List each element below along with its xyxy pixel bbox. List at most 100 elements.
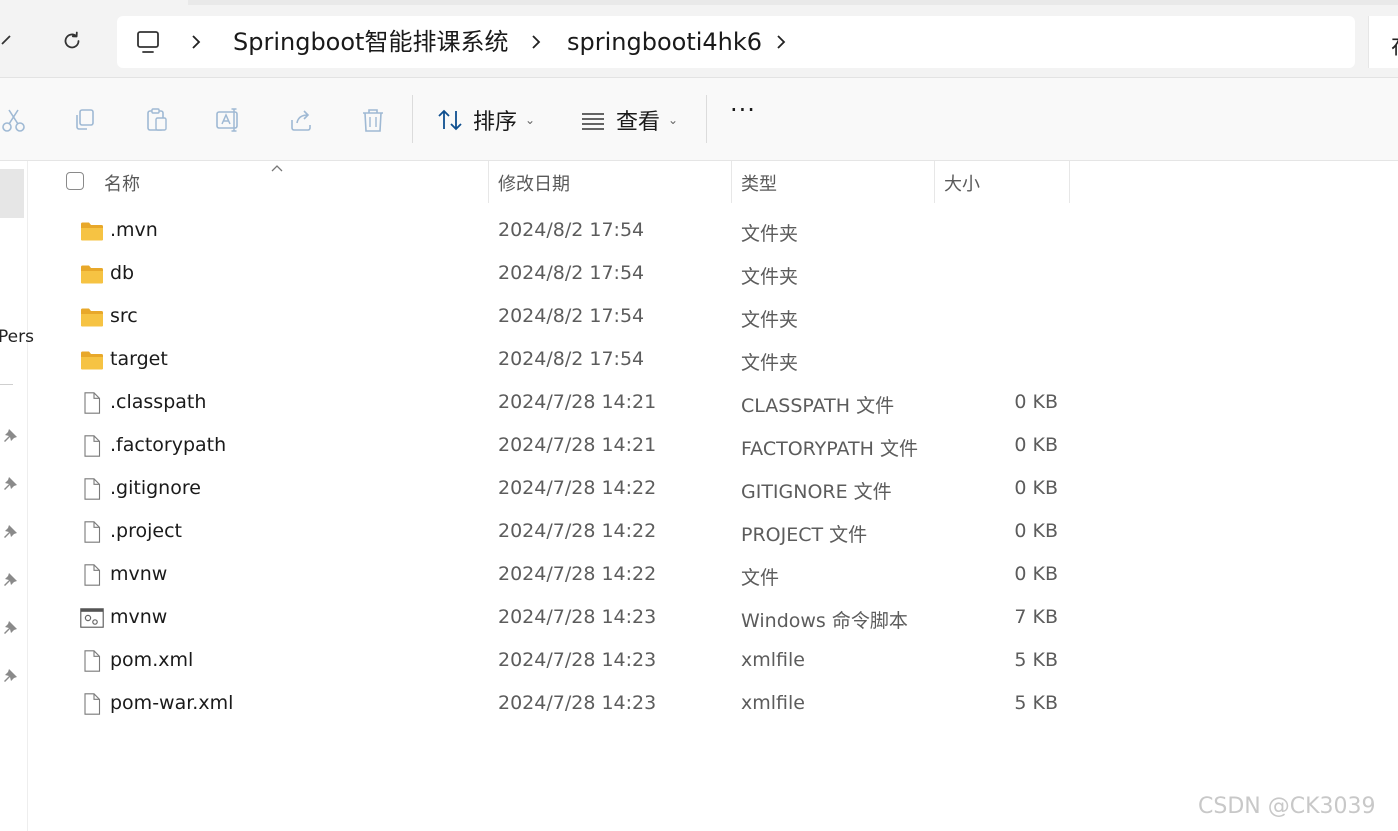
file-size: 0 KB	[1014, 520, 1058, 542]
file-type: PROJECT 文件	[741, 524, 868, 546]
view-list-icon	[582, 113, 604, 130]
chevron-right-icon[interactable]	[774, 30, 788, 59]
file-modified-date: 2024/7/28 14:22	[498, 520, 657, 542]
file-size: 5 KB	[1014, 649, 1058, 671]
file-type: FACTORYPATH 文件	[741, 438, 918, 460]
toolbar-divider	[412, 95, 413, 143]
trash-icon[interactable]	[359, 106, 387, 134]
view-label: 查看	[616, 110, 661, 135]
file-icon	[80, 435, 104, 457]
pin-icon[interactable]	[3, 427, 19, 443]
chevron-right-icon[interactable]	[189, 30, 203, 59]
file-row[interactable]: .gitignore 2024/7/28 14:22 GITIGNORE 文件 0 K…	[50, 468, 1070, 511]
file-row[interactable]: .mvn 2024/8/2 17:54 文件夹	[50, 210, 1070, 253]
file-type: 文件	[741, 567, 780, 589]
nav-item-personal[interactable]: Pers	[0, 327, 34, 347]
sort-label: 排序	[473, 110, 518, 135]
column-divider[interactable]	[1069, 161, 1070, 203]
folder-icon	[80, 306, 104, 328]
file-row[interactable]: mvnw 2024/7/28 14:22 文件 0 KB	[50, 554, 1070, 597]
clipboard-icon[interactable]	[143, 106, 171, 134]
search-box[interactable]: 在	[1368, 16, 1398, 68]
file-name: mvnw	[110, 563, 168, 585]
column-header-modified[interactable]: 修改日期	[498, 170, 570, 196]
sort-button[interactable]: 排序 ⌄	[437, 100, 535, 140]
computer-icon	[137, 31, 159, 53]
file-row[interactable]: pom-war.xml 2024/7/28 14:23 xmlfile 5 KB	[50, 683, 1070, 726]
watermark: CSDN @CK3039	[1198, 794, 1376, 819]
view-button[interactable]: 查看 ⌄	[580, 100, 678, 140]
address-box[interactable]: Springboot智能排课系统 springbooti4hk6	[117, 16, 1355, 68]
title-strip	[188, 0, 1398, 5]
breadcrumb-item-project[interactable]: Springboot智能排课系统	[233, 27, 508, 57]
file-name: .mvn	[110, 219, 158, 241]
file-size: 5 KB	[1014, 692, 1058, 714]
refresh-button[interactable]	[55, 24, 89, 58]
refresh-icon	[64, 31, 80, 49]
file-size: 7 KB	[1014, 606, 1058, 628]
pin-icon[interactable]	[3, 619, 19, 635]
file-size: 0 KB	[1014, 563, 1058, 585]
file-modified-date: 2024/8/2 17:54	[498, 348, 645, 370]
file-icon	[80, 564, 104, 586]
column-header-name[interactable]: 名称	[104, 170, 140, 196]
back-icon[interactable]	[0, 27, 20, 57]
file-icon	[80, 478, 104, 500]
scissors-icon[interactable]	[0, 106, 28, 134]
navigation-pane: Pers	[0, 161, 34, 831]
file-modified-date: 2024/8/2 17:54	[498, 219, 645, 241]
select-all-checkbox[interactable]	[66, 172, 84, 190]
rename-icon[interactable]	[215, 106, 243, 134]
file-icon	[80, 693, 104, 715]
file-type: 文件夹	[741, 266, 799, 288]
file-modified-date: 2024/8/2 17:54	[498, 305, 645, 327]
file-row[interactable]: pom.xml 2024/7/28 14:23 xmlfile 5 KB	[50, 640, 1070, 683]
file-row[interactable]: .project 2024/7/28 14:22 PROJECT 文件 0 KB	[50, 511, 1070, 554]
column-header-type[interactable]: 类型	[741, 170, 777, 196]
pin-icon[interactable]	[3, 571, 19, 587]
file-name: .gitignore	[110, 477, 201, 499]
column-header-size[interactable]: 大小	[944, 170, 980, 196]
file-row[interactable]: db 2024/8/2 17:54 文件夹	[50, 253, 1070, 296]
file-name: .project	[110, 520, 182, 542]
file-row[interactable]: mvnw 2024/7/28 14:23 Windows 命令脚本 7 KB	[50, 597, 1070, 640]
pin-icon[interactable]	[3, 523, 19, 539]
nav-selected-item[interactable]	[0, 169, 24, 218]
column-divider[interactable]	[731, 161, 732, 203]
column-divider[interactable]	[488, 161, 489, 203]
share-icon[interactable]	[288, 106, 316, 134]
file-row[interactable]: .factorypath 2024/7/28 14:21 FACTORYPATH 文…	[50, 425, 1070, 468]
file-modified-date: 2024/7/28 14:23	[498, 692, 657, 714]
folder-icon	[80, 220, 104, 242]
sort-icon	[438, 109, 462, 131]
breadcrumb-item-folder[interactable]: springbooti4hk6	[567, 27, 762, 57]
address-bar-area: Springboot智能排课系统 springbooti4hk6 在	[0, 0, 1398, 78]
pin-icon[interactable]	[3, 667, 19, 683]
file-modified-date: 2024/7/28 14:21	[498, 434, 657, 456]
column-header-row: 名称 修改日期 类型 大小	[50, 161, 1070, 203]
file-modified-date: 2024/7/28 14:22	[498, 563, 657, 585]
folder-icon	[80, 349, 104, 371]
file-size: 0 KB	[1014, 391, 1058, 413]
column-divider[interactable]	[934, 161, 935, 203]
nav-divider	[0, 384, 13, 385]
file-name: src	[110, 305, 138, 327]
pin-icon[interactable]	[3, 475, 19, 491]
file-type: 文件夹	[741, 223, 799, 245]
file-name: .factorypath	[110, 434, 227, 456]
copy-icon[interactable]	[71, 106, 99, 134]
file-modified-date: 2024/7/28 14:23	[498, 649, 657, 671]
file-row[interactable]: target 2024/8/2 17:54 文件夹	[50, 339, 1070, 382]
file-row[interactable]: .classpath 2024/7/28 14:21 CLASSPATH 文件 0 K…	[50, 382, 1070, 425]
file-size: 0 KB	[1014, 477, 1058, 499]
file-row[interactable]: src 2024/8/2 17:54 文件夹	[50, 296, 1070, 339]
file-icon	[80, 521, 104, 543]
more-options-button[interactable]: ···	[730, 98, 756, 122]
command-bar: 排序 ⌄ 查看 ⌄	[0, 78, 1398, 161]
file-modified-date: 2024/7/28 14:23	[498, 606, 657, 628]
toolbar-divider	[706, 95, 707, 143]
file-name: mvnw	[110, 606, 168, 628]
search-placeholder-partial: 在	[1391, 29, 1398, 61]
file-type: GITIGNORE 文件	[741, 481, 892, 503]
chevron-right-icon[interactable]	[529, 30, 543, 59]
